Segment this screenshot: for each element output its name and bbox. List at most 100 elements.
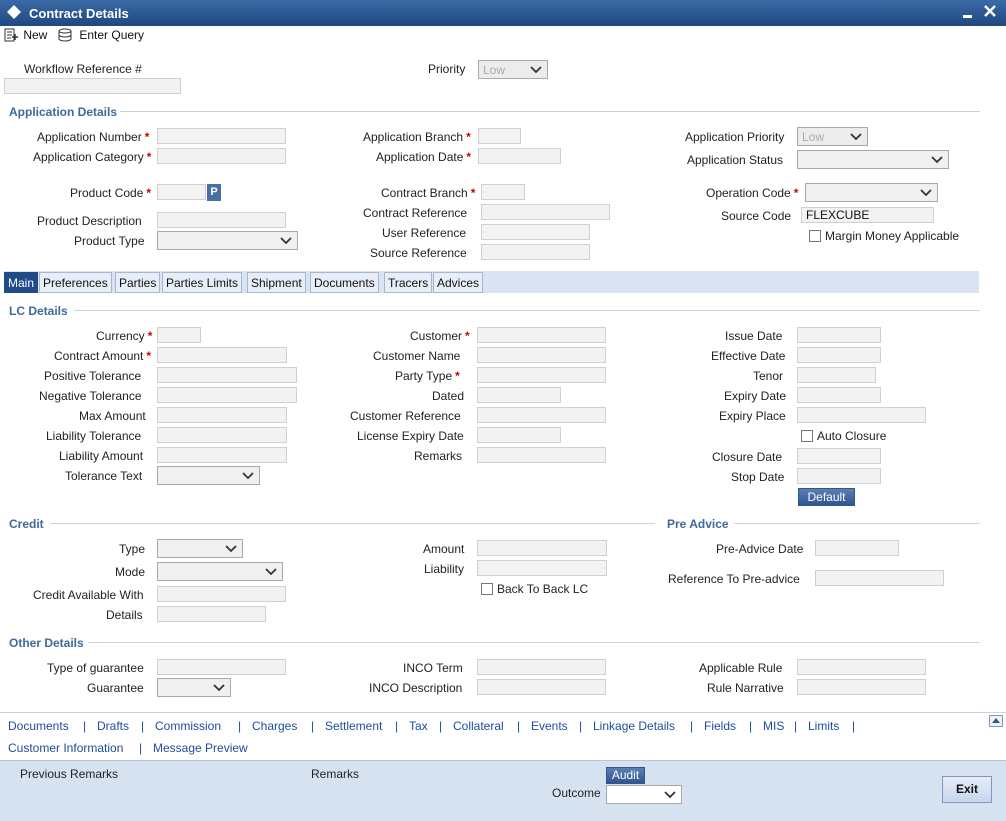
customer-field[interactable] bbox=[477, 327, 606, 343]
closure-date-field[interactable] bbox=[797, 448, 881, 464]
application-category-field[interactable] bbox=[157, 148, 286, 164]
link-message-preview[interactable]: Message Preview bbox=[153, 741, 248, 755]
tenor-field[interactable] bbox=[797, 367, 876, 383]
default-button[interactable]: Default bbox=[798, 488, 855, 506]
liability-tolerance-field[interactable] bbox=[157, 427, 287, 443]
contract-amount-field[interactable] bbox=[157, 347, 287, 363]
application-branch-field[interactable] bbox=[478, 128, 521, 144]
section-divider bbox=[74, 310, 980, 311]
source-code-field[interactable]: FLEXCUBE bbox=[801, 207, 934, 223]
link-documents[interactable]: Documents bbox=[8, 719, 69, 733]
type-of-guarantee-field[interactable] bbox=[157, 659, 286, 675]
remarks-field[interactable] bbox=[477, 447, 606, 463]
exit-button[interactable]: Exit bbox=[942, 776, 992, 803]
guarantee-select[interactable] bbox=[157, 678, 231, 697]
customer-name-field[interactable] bbox=[477, 347, 606, 363]
rule-narrative-field[interactable] bbox=[797, 679, 926, 695]
minimize-icon[interactable] bbox=[962, 8, 974, 20]
operation-code-select[interactable] bbox=[805, 183, 938, 202]
new-button[interactable]: New bbox=[4, 28, 47, 42]
tab-parties[interactable]: Parties bbox=[115, 272, 161, 293]
source-reference-field[interactable] bbox=[481, 244, 590, 260]
link-settlement[interactable]: Settlement bbox=[325, 719, 382, 733]
application-priority-select[interactable]: Low bbox=[797, 127, 868, 146]
expiry-place-label: Expiry Place bbox=[719, 409, 786, 423]
credit-details-field[interactable] bbox=[157, 606, 266, 622]
link-drafts[interactable]: Drafts bbox=[97, 719, 129, 733]
pre-advice-date-field[interactable] bbox=[815, 540, 899, 556]
link-fields[interactable]: Fields bbox=[704, 719, 736, 733]
tab-parties-limits[interactable]: Parties Limits bbox=[162, 272, 243, 293]
credit-mode-select[interactable] bbox=[157, 562, 283, 581]
chevron-down-icon bbox=[850, 133, 862, 141]
party-type-label: Party Type * bbox=[395, 369, 460, 383]
outcome-select[interactable] bbox=[606, 785, 682, 804]
credit-liability-field[interactable] bbox=[477, 560, 607, 576]
contract-branch-field[interactable] bbox=[481, 184, 525, 200]
margin-money-checkbox[interactable] bbox=[809, 230, 821, 242]
tab-shipment[interactable]: Shipment bbox=[247, 272, 306, 293]
link-collateral[interactable]: Collateral bbox=[453, 719, 504, 733]
currency-field[interactable] bbox=[157, 327, 201, 343]
reference-to-pre-advice-field[interactable] bbox=[815, 570, 944, 586]
customer-reference-field[interactable] bbox=[477, 407, 606, 423]
credit-available-with-field[interactable] bbox=[157, 586, 286, 602]
user-reference-field[interactable] bbox=[481, 224, 590, 240]
scroll-up-icon[interactable] bbox=[989, 715, 1003, 727]
customer-reference-label: Customer Reference bbox=[350, 409, 461, 423]
application-status-select[interactable] bbox=[797, 150, 949, 169]
dated-field[interactable] bbox=[477, 387, 561, 403]
link-charges[interactable]: Charges bbox=[252, 719, 297, 733]
tab-documents[interactable]: Documents bbox=[310, 272, 379, 293]
application-priority-label: Application Priority bbox=[685, 130, 785, 144]
link-mis[interactable]: MIS bbox=[763, 719, 784, 733]
tab-tracers[interactable]: Tracers bbox=[384, 272, 433, 293]
expiry-place-field[interactable] bbox=[797, 407, 926, 423]
workflow-reference-field[interactable] bbox=[4, 78, 181, 94]
toolbar: New Enter Query bbox=[0, 26, 1006, 48]
stop-date-field[interactable] bbox=[797, 468, 881, 484]
negative-tolerance-field[interactable] bbox=[157, 387, 297, 403]
positive-tolerance-field[interactable] bbox=[157, 367, 297, 383]
inco-term-field[interactable] bbox=[477, 659, 606, 675]
audit-button[interactable]: Audit bbox=[606, 767, 645, 784]
tab-preferences[interactable]: Preferences bbox=[39, 272, 112, 293]
product-description-field[interactable] bbox=[157, 212, 286, 228]
liability-amount-field[interactable] bbox=[157, 447, 287, 463]
link-commission[interactable]: Commission bbox=[155, 719, 221, 733]
license-expiry-date-field[interactable] bbox=[477, 427, 561, 443]
credit-amount-field[interactable] bbox=[477, 540, 607, 556]
tab-advices[interactable]: Advices bbox=[433, 272, 484, 293]
link-tax[interactable]: Tax bbox=[409, 719, 428, 733]
product-code-lov-button[interactable]: P bbox=[207, 184, 221, 201]
back-to-back-lc-checkbox[interactable] bbox=[481, 583, 493, 595]
party-type-field[interactable] bbox=[477, 367, 606, 383]
tolerance-text-select[interactable] bbox=[157, 466, 260, 485]
expiry-date-field[interactable] bbox=[797, 387, 881, 403]
contract-reference-label: Contract Reference bbox=[363, 206, 468, 220]
applicable-rule-field[interactable] bbox=[797, 659, 926, 675]
inco-description-field[interactable] bbox=[477, 679, 606, 695]
issue-date-field[interactable] bbox=[797, 327, 881, 343]
pre-advice-title: Pre Advice bbox=[667, 517, 729, 531]
credit-type-select[interactable] bbox=[157, 539, 243, 558]
link-limits[interactable]: Limits bbox=[808, 719, 839, 733]
product-code-field[interactable] bbox=[157, 184, 206, 200]
contract-reference-field[interactable] bbox=[481, 204, 610, 220]
link-customer-information[interactable]: Customer Information bbox=[8, 741, 123, 755]
inco-term-label: INCO Term bbox=[403, 661, 463, 675]
link-events[interactable]: Events bbox=[531, 719, 568, 733]
application-date-field[interactable] bbox=[478, 148, 561, 164]
product-type-select[interactable] bbox=[157, 231, 298, 250]
priority-select[interactable]: Low bbox=[478, 60, 548, 79]
link-linkage-details[interactable]: Linkage Details bbox=[593, 719, 675, 733]
tab-main[interactable]: Main bbox=[4, 272, 39, 293]
auto-closure-checkbox[interactable] bbox=[801, 430, 813, 442]
application-priority-value: Low bbox=[802, 130, 825, 144]
effective-date-field[interactable] bbox=[797, 347, 881, 363]
close-icon[interactable] bbox=[983, 4, 997, 18]
max-amount-field[interactable] bbox=[157, 407, 287, 423]
enter-query-button[interactable]: Enter Query bbox=[58, 28, 144, 42]
application-number-field[interactable] bbox=[157, 128, 286, 144]
application-branch-label: Application Branch * bbox=[363, 130, 471, 144]
